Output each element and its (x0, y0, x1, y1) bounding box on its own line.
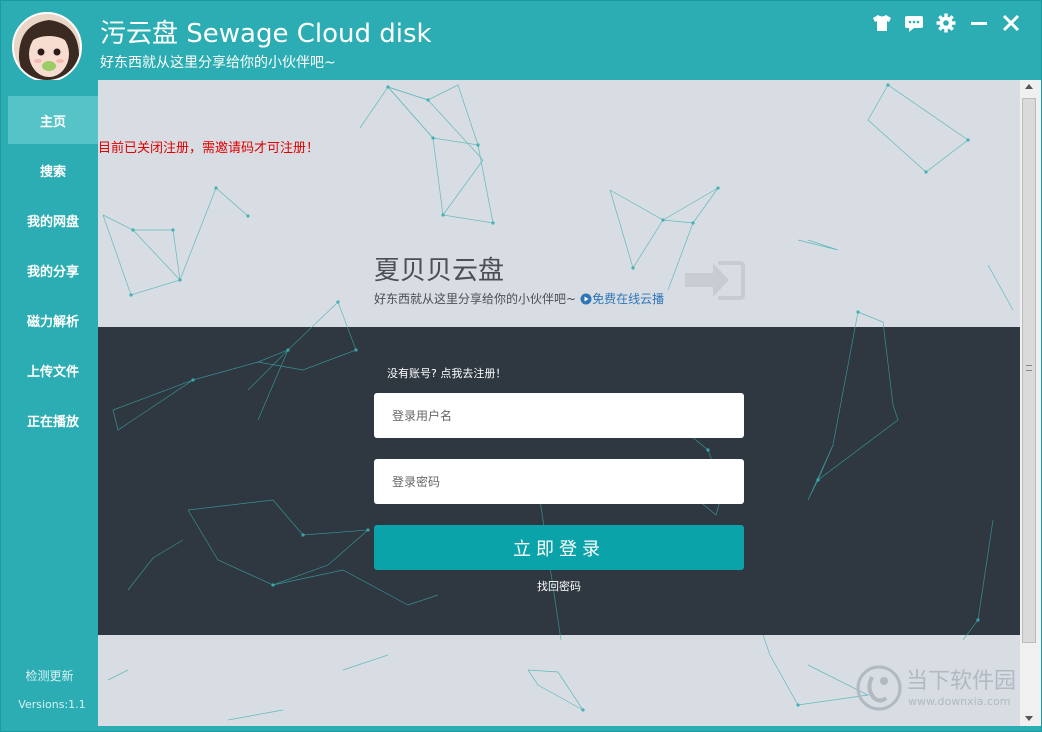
gear-icon[interactable] (934, 11, 958, 35)
brand-title: 夏贝贝云盘 (374, 256, 505, 286)
brand-subtitle-row: 好东西就从这里分享给你的小伙伴吧~ 免费在线云播 (374, 290, 664, 307)
sidebar-item-magnet-parse[interactable]: 磁力解析 (8, 296, 98, 344)
sidebar-item-my-share[interactable]: 我的分享 (8, 246, 98, 294)
online-play-link[interactable]: 免费在线云播 (580, 290, 664, 307)
main-content: 目前已关闭注册，需邀请码才可注册！ 夏贝贝云盘 好东西就从这里分享给你的小伙伴吧… (98, 80, 1020, 726)
sidebar-item-my-disk[interactable]: 我的网盘 (8, 196, 98, 244)
site-watermark: 当下软件园 www.downxia.com (856, 661, 1026, 716)
scroll-down-icon[interactable] (1025, 716, 1033, 721)
vertical-scrollbar[interactable] (1020, 80, 1041, 726)
register-link[interactable]: 没有账号? 点我去注册！ (387, 365, 506, 381)
watermark-cn-text: 当下软件园 (906, 669, 1017, 694)
app-subtitle: 好东西就从这里分享给你的小伙伴吧~ (100, 55, 336, 71)
username-input[interactable] (374, 393, 744, 438)
password-input[interactable] (374, 459, 744, 504)
site-logo-icon (856, 665, 902, 711)
sidebar-item-home[interactable]: 主页 (8, 96, 98, 144)
avatar[interactable] (12, 12, 82, 82)
title-bar[interactable]: 污云盘 Sewage Cloud disk 好东西就从这里分享给你的小伙伴吧~ (1, 1, 1041, 82)
share-arrow-icon (685, 261, 745, 300)
online-play-label: 免费在线云播 (592, 292, 665, 306)
scroll-up-icon[interactable] (1025, 84, 1033, 89)
close-icon[interactable] (999, 11, 1023, 35)
registration-notice: 目前已关闭注册，需邀请码才可注册！ (98, 141, 320, 156)
app-window: 污云盘 Sewage Cloud disk 好东西就从这里分享给你的小伙伴吧~ (0, 0, 1042, 732)
scroll-thumb[interactable] (1022, 98, 1036, 643)
login-button[interactable]: 立即登录 (374, 525, 744, 570)
minimize-icon[interactable] (967, 11, 991, 35)
brand-subtitle: 好东西就从这里分享给你的小伙伴吧~ (374, 292, 577, 306)
sidebar-item-now-playing[interactable]: 正在播放 (8, 396, 98, 444)
play-icon (580, 293, 592, 304)
watermark-url-text: www.downxia.com (908, 695, 1011, 708)
shirt-icon[interactable] (870, 11, 894, 35)
forgot-password-link[interactable]: 找回密码 (374, 578, 744, 594)
sidebar: 主页 搜索 我的网盘 我的分享 磁力解析 上传文件 正在播放 检测更新 Vers… (1, 80, 98, 731)
sidebar-item-upload[interactable]: 上传文件 (8, 346, 98, 394)
version-label: Versions:1.1 (18, 698, 86, 711)
feedback-icon[interactable] (902, 11, 926, 35)
app-title: 污云盘 Sewage Cloud disk (100, 19, 432, 49)
sidebar-item-search[interactable]: 搜索 (8, 146, 98, 194)
grip-icon (1026, 365, 1032, 371)
check-update-link[interactable]: 检测更新 (1, 667, 98, 684)
